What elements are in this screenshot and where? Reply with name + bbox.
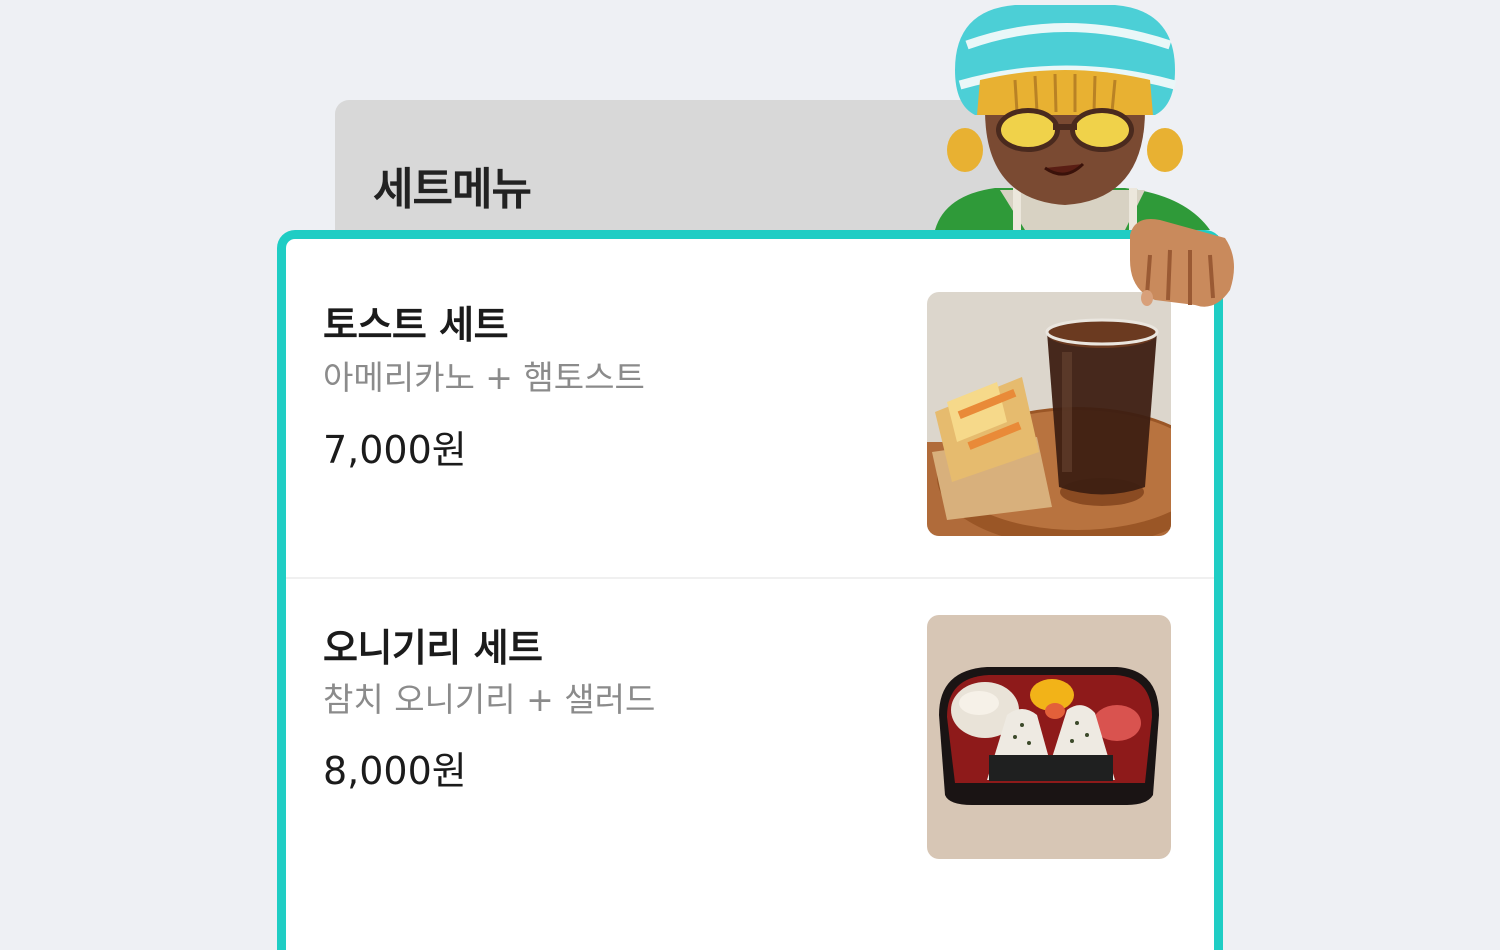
menu-item-description: 참치 오니기리 + 샐러드 — [323, 680, 656, 719]
menu-item-name: 오니기리 세트 — [323, 626, 543, 670]
onigiri-set-image — [927, 615, 1171, 859]
menu-item[interactable]: 오니기리 세트 참치 오니기리 + 샐러드 8,000원 — [286, 585, 1214, 920]
menu-card: 토스트 세트 아메리카노 + 햄토스트 7,000원 오니기리 세트 참치 오니… — [277, 230, 1223, 950]
menu-item-description: 아메리카노 + 햄토스트 — [323, 358, 645, 397]
menu-item-price: 8,000원 — [323, 749, 467, 793]
menu-item-price: 7,000원 — [323, 428, 467, 472]
cafe-staff-character-icon — [925, 0, 1245, 330]
onigiri-bento-photo — [927, 615, 1171, 859]
category-title: 세트메뉴 — [373, 164, 532, 215]
menu-item-name: 토스트 세트 — [323, 303, 509, 347]
item-divider — [286, 577, 1214, 579]
